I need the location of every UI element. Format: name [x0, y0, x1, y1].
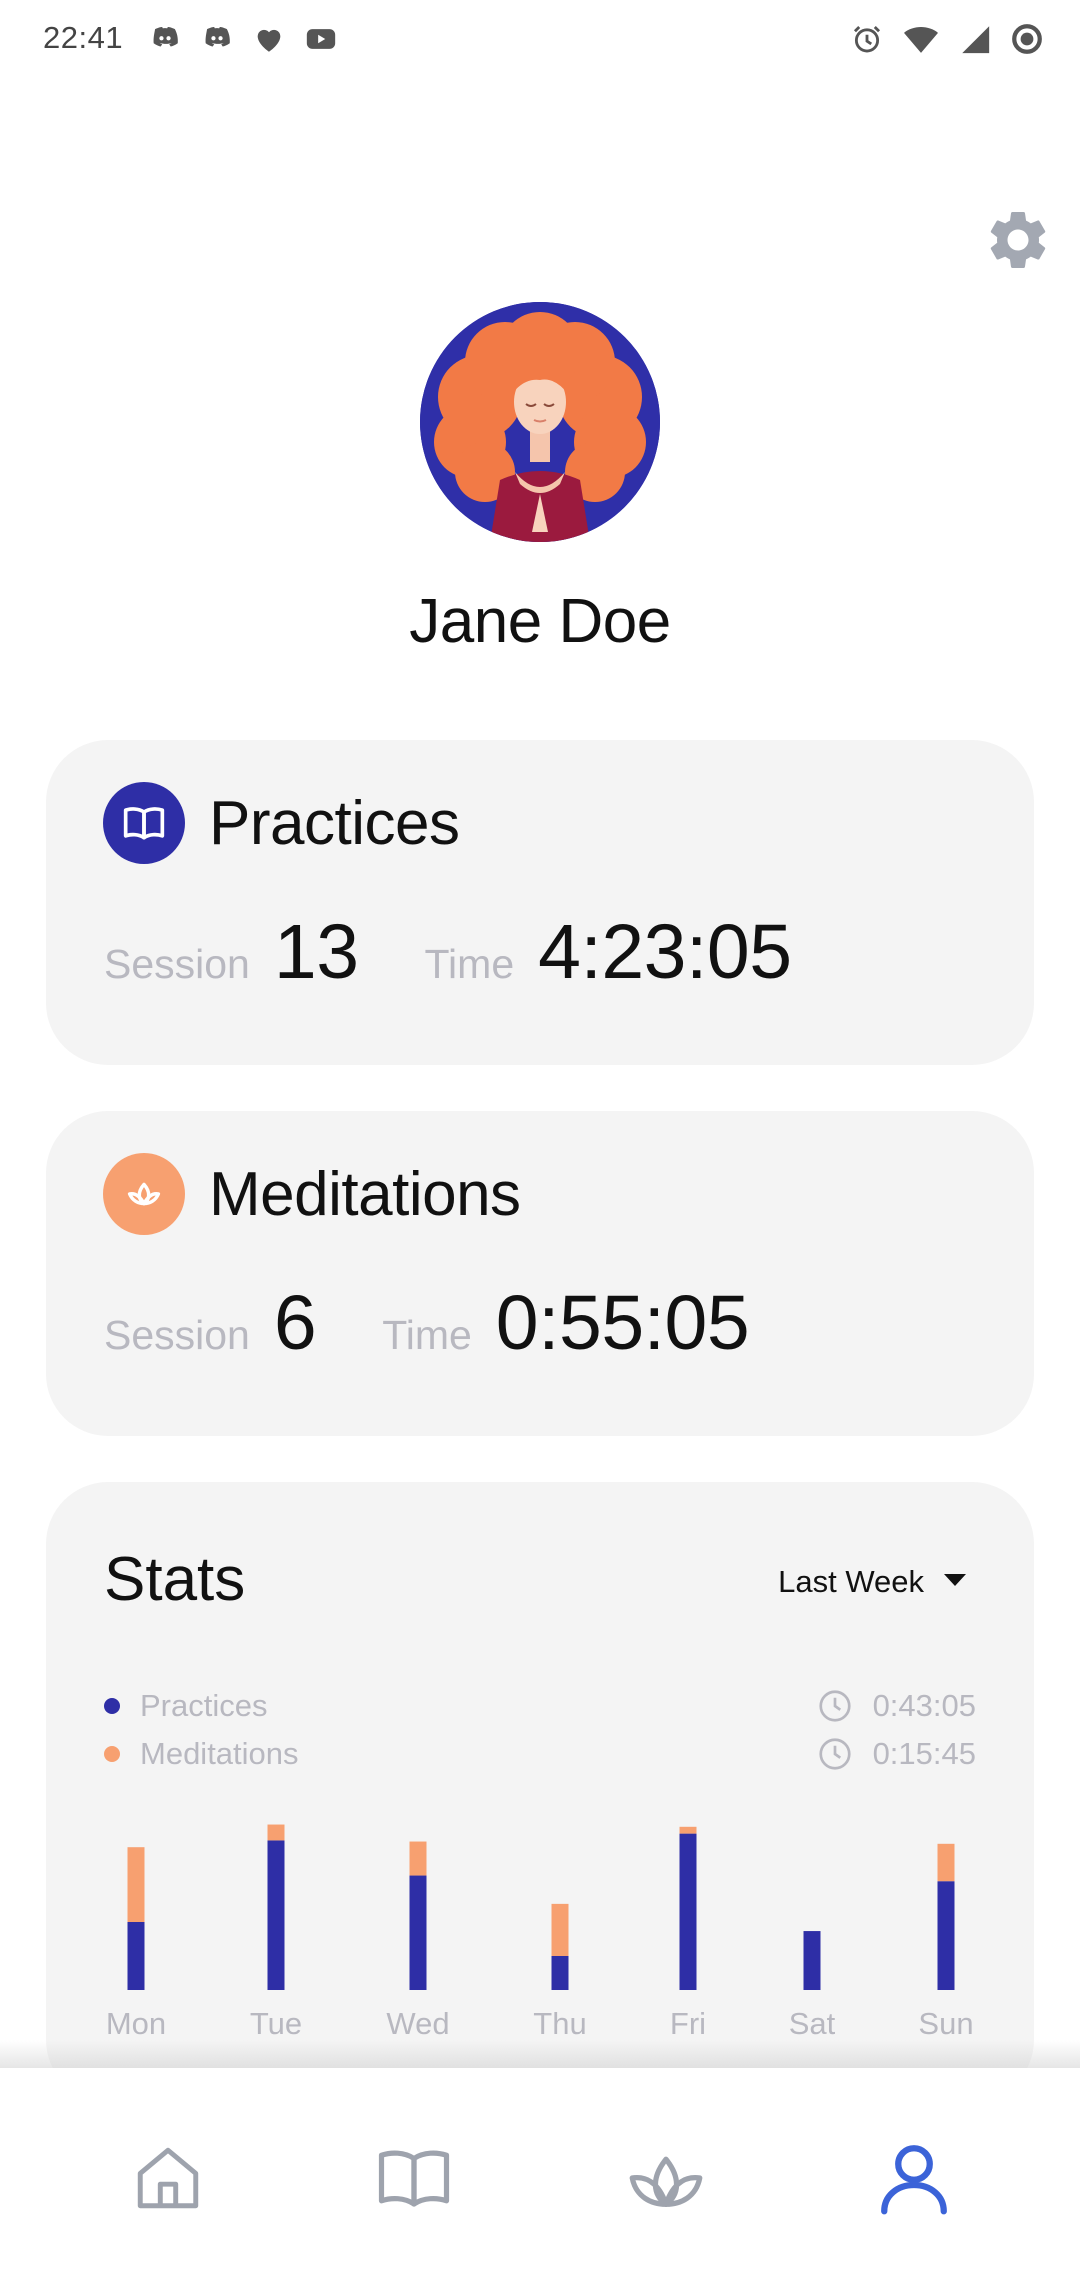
bar-meditations-fri — [679, 1826, 697, 1834]
caret-down-icon — [942, 1572, 968, 1593]
gear-icon — [983, 205, 1053, 280]
bar-meditations-tue — [267, 1824, 285, 1841]
total-value: 0:15:45 — [872, 1736, 976, 1771]
notification-icons — [148, 22, 338, 56]
nav-practices[interactable] — [364, 2128, 464, 2228]
profile-icon — [881, 2145, 947, 2215]
chart-totals: 0:43:05 0:15:45 — [817, 1682, 976, 1778]
heart-icon — [252, 22, 286, 56]
bar-meditations-sun — [937, 1843, 955, 1882]
meditations-card[interactable]: Meditations Session 6 Time 0:55:05 — [46, 1111, 1034, 1436]
wifi-icon — [902, 22, 940, 56]
stats-title: Stats — [104, 1545, 246, 1614]
range-dropdown[interactable]: Last Week — [778, 1564, 968, 1600]
bar-meditations-wed — [409, 1841, 427, 1876]
time-label: Time — [424, 941, 515, 987]
x-tick-label: Mon — [106, 2006, 166, 2041]
session-value: 6 — [273, 1280, 317, 1366]
chart-legend: Practices Meditations — [104, 1682, 299, 1778]
session-label: Session — [104, 1312, 250, 1358]
battery-saver-icon — [1010, 22, 1044, 56]
time-value: 4:23:05 — [538, 909, 792, 995]
discord-icon — [200, 22, 234, 56]
x-tick-label: Sun — [918, 2006, 973, 2041]
stats-bar-chart: Mon Tue Wed Thu Fri Sat Sun — [106, 1824, 974, 2041]
bar-practices-tue — [267, 1840, 285, 1990]
practices-title: Practices — [209, 789, 460, 858]
bar-practices-fri — [679, 1833, 697, 1990]
legend-item-meditations: Meditations — [104, 1730, 299, 1778]
stats-card: Stats Last Week Practices Meditations 0:… — [46, 1482, 1034, 2102]
x-tick-label: Tue — [250, 2006, 302, 2041]
session-label: Session — [104, 941, 250, 987]
alarm-icon — [850, 22, 884, 56]
bar-practices-sat — [803, 1931, 821, 1990]
total-practices: 0:43:05 — [817, 1682, 976, 1730]
book-icon — [378, 2150, 450, 2207]
legend-dot — [104, 1698, 120, 1714]
clock-icon — [818, 1690, 851, 1722]
x-tick-label: Wed — [386, 2006, 449, 2041]
session-value: 13 — [273, 909, 359, 995]
bottom-nav — [0, 2068, 1080, 2280]
bar-practices-wed — [409, 1875, 427, 1990]
x-tick-label: Sat — [789, 2006, 836, 2041]
lotus-icon — [629, 2156, 703, 2207]
status-bar: 22:41 — [0, 0, 1080, 80]
bar-practices-thu — [551, 1956, 569, 1990]
legend-label: Meditations — [140, 1736, 299, 1771]
range-label: Last Week — [778, 1564, 924, 1599]
bar-meditations-mon — [127, 1847, 145, 1922]
total-value: 0:43:05 — [872, 1688, 976, 1723]
bar-practices-mon — [127, 1922, 145, 1990]
clock-icon — [818, 1738, 851, 1770]
x-tick-label: Thu — [533, 2006, 586, 2041]
signal-icon — [958, 22, 992, 56]
legend-item-practices: Practices — [104, 1682, 299, 1730]
legend-label: Practices — [140, 1688, 268, 1723]
lotus-icon — [103, 1153, 185, 1235]
time-label: Time — [382, 1312, 472, 1358]
home-icon — [137, 2147, 199, 2209]
nav-profile[interactable] — [864, 2128, 964, 2228]
time-value: 0:55:05 — [495, 1280, 750, 1366]
bar-meditations-thu — [551, 1903, 569, 1956]
profile-name: Jane Doe — [409, 587, 671, 656]
settings-button[interactable] — [980, 204, 1056, 280]
nav-meditations[interactable] — [616, 2128, 716, 2228]
open-book-icon — [103, 782, 185, 864]
meditations-title: Meditations — [209, 1160, 521, 1229]
meditations-metrics: Session 6 Time 0:55:05 — [104, 1279, 815, 1368]
nav-home[interactable] — [118, 2128, 218, 2228]
legend-dot — [104, 1746, 120, 1762]
practices-card[interactable]: Practices Session 13 Time 4:23:05 — [46, 740, 1034, 1065]
x-tick-label: Fri — [670, 2006, 706, 2041]
practices-metrics: Session 13 Time 4:23:05 — [104, 908, 858, 997]
avatar — [420, 302, 660, 542]
youtube-icon — [304, 22, 338, 56]
total-meditations: 0:15:45 — [817, 1730, 976, 1778]
status-time: 22:41 — [43, 20, 124, 55]
nav-shadow — [0, 2040, 1080, 2070]
system-icons — [850, 22, 1044, 56]
discord-icon — [148, 22, 182, 56]
bar-practices-sun — [937, 1881, 955, 1990]
